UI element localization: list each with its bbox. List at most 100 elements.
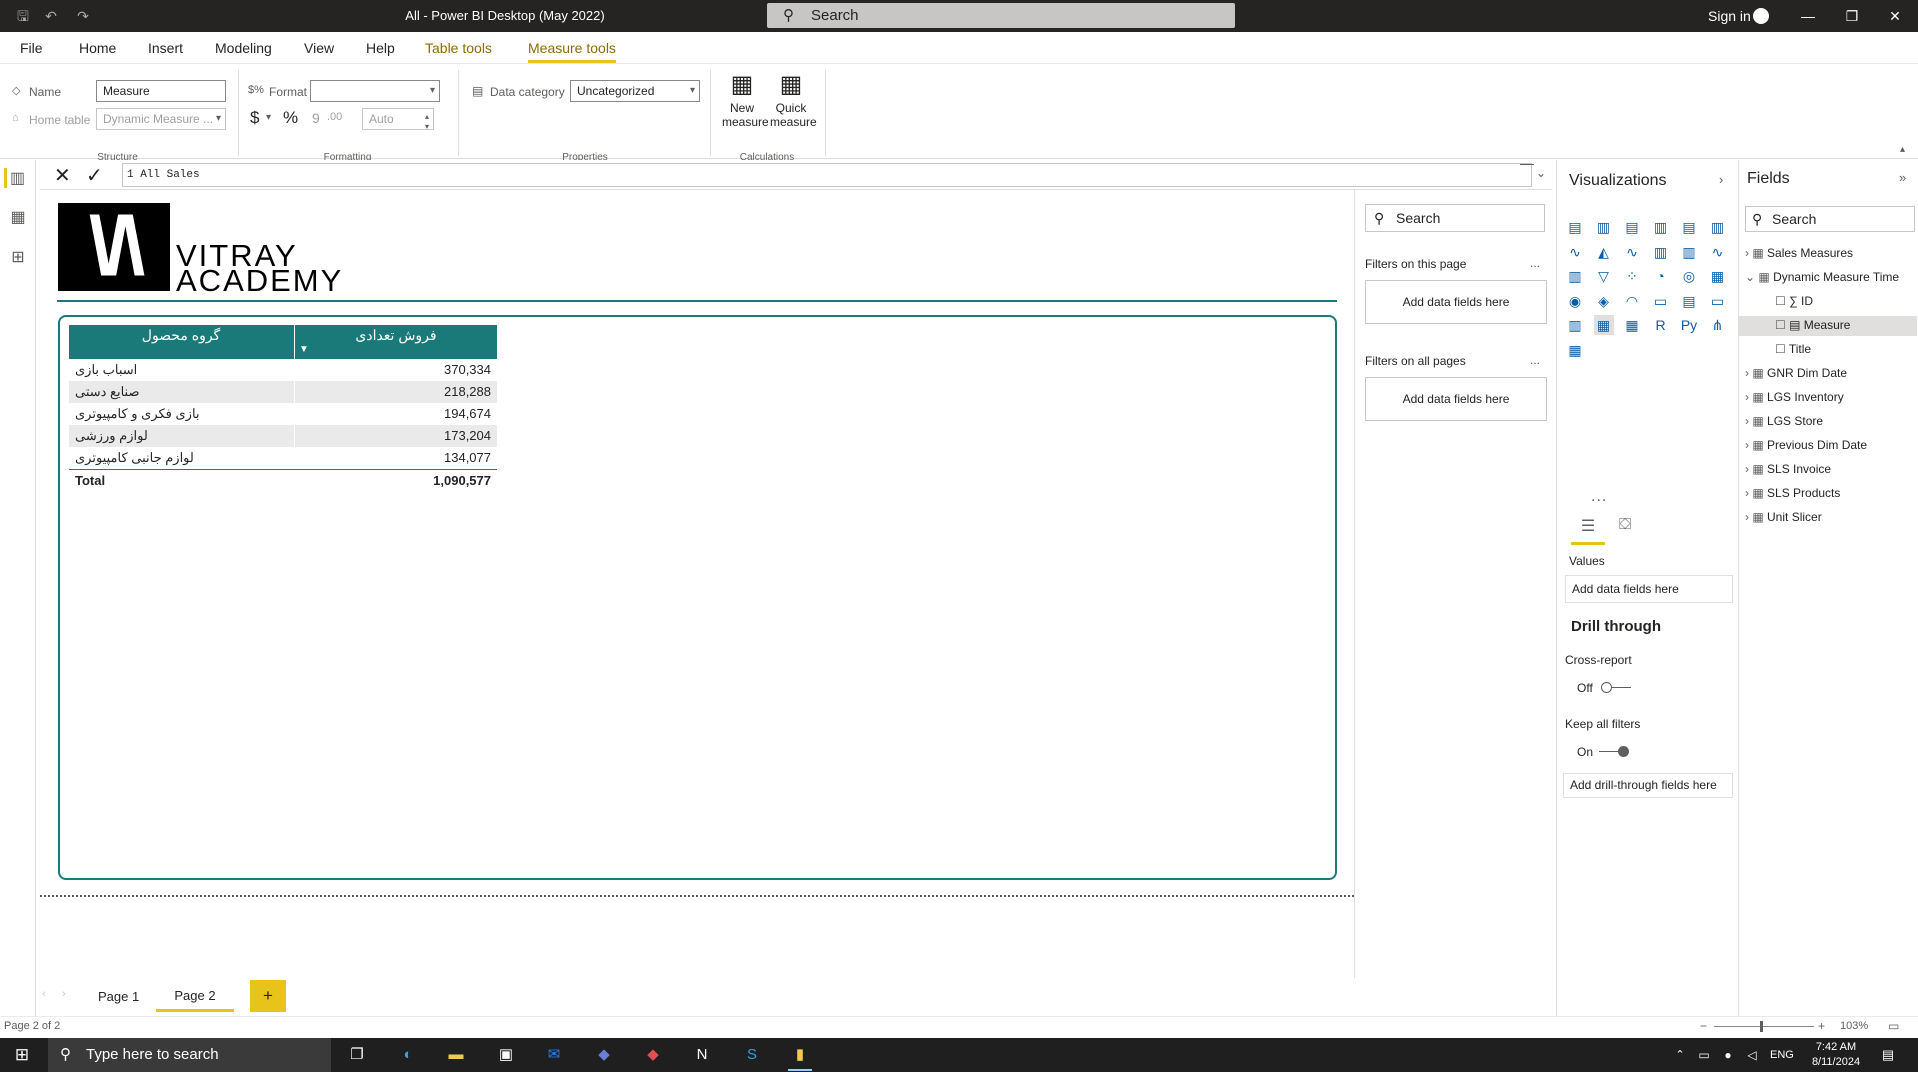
microphone-icon[interactable]: ● xyxy=(1716,1043,1740,1067)
measure-name-input[interactable]: Measure xyxy=(96,80,226,102)
comma-style-button[interactable]: 9 xyxy=(312,110,320,126)
minimize-button[interactable]: — xyxy=(1793,4,1823,28)
tab-page-2[interactable]: Page 2 xyxy=(156,980,234,1012)
slicer-icon[interactable]: ▥ xyxy=(1565,315,1585,335)
file-explorer-icon[interactable]: ▬ xyxy=(444,1043,468,1067)
close-button[interactable]: ✕ xyxy=(1880,4,1910,28)
stacked-area-icon[interactable]: ∿ xyxy=(1622,242,1642,262)
python-visual-icon[interactable]: Py xyxy=(1679,315,1699,335)
language-indicator[interactable]: ENG xyxy=(1770,1049,1794,1061)
format-select[interactable]: ▾ xyxy=(310,80,440,102)
mail-icon[interactable]: ✉ xyxy=(542,1043,566,1067)
notifications-icon[interactable]: ▤ xyxy=(1876,1043,1900,1067)
r-visual-icon[interactable]: R xyxy=(1651,315,1671,335)
edge-icon[interactable]: ◐ xyxy=(396,1043,420,1067)
checkbox-icon[interactable]: ☐ xyxy=(1775,294,1789,308)
task-view-icon[interactable]: ❐ xyxy=(345,1043,369,1067)
funnel-icon[interactable]: ▽ xyxy=(1594,266,1614,286)
restore-button[interactable]: ❐ xyxy=(1837,4,1867,28)
tab-modeling[interactable]: Modeling xyxy=(215,40,272,56)
decomposition-tree-icon[interactable]: ⋔ xyxy=(1708,315,1728,335)
clock-date[interactable]: 8/11/2024 xyxy=(1808,1056,1864,1068)
chevron-up-icon[interactable]: ⌃ xyxy=(1668,1043,1692,1067)
line-chart-icon[interactable]: ∿ xyxy=(1565,242,1585,262)
table-row[interactable]: بازی فکری و کامپیوتری 194,674 xyxy=(69,403,497,425)
chevron-left-icon[interactable]: ‹ xyxy=(42,988,46,1000)
notion-icon[interactable]: N xyxy=(690,1043,714,1067)
gauge-icon[interactable]: ◠ xyxy=(1622,291,1642,311)
expand-formula-icon[interactable]: ⌄ xyxy=(1536,166,1546,180)
stacked-column-icon[interactable]: ▥ xyxy=(1594,217,1614,237)
pie-chart-icon[interactable]: ◔ xyxy=(1651,266,1671,286)
field-table-item[interactable]: › ▦ LGS Inventory xyxy=(1745,390,1844,404)
card-icon[interactable]: ▭ xyxy=(1651,291,1671,311)
cancel-formula-icon[interactable]: ✕ xyxy=(54,163,71,188)
100-column-icon[interactable]: ▥ xyxy=(1708,217,1728,237)
commit-formula-icon[interactable]: ✓ xyxy=(86,163,103,188)
filled-map-icon[interactable]: ◈ xyxy=(1594,291,1614,311)
formula-input[interactable]: 1 All Sales xyxy=(122,163,1532,187)
table-row[interactable]: لوازم جانبی کامپیوتری 134,077 xyxy=(69,447,497,469)
stepper-down-icon[interactable]: ▾ xyxy=(425,117,429,137)
format-paint-icon[interactable]: ⛋ xyxy=(1619,516,1631,534)
field-item[interactable]: ☐ ▤ Measure xyxy=(1739,316,1917,336)
taskbar-search[interactable]: ⚲ Type here to search xyxy=(48,1038,331,1072)
filters-search-input[interactable]: ⚲ Search xyxy=(1365,204,1545,232)
stacked-bar-icon[interactable]: ▤ xyxy=(1565,217,1585,237)
sign-in-link[interactable]: Sign in xyxy=(1708,8,1751,24)
more-options-icon[interactable]: ... xyxy=(1530,256,1540,270)
donut-icon[interactable]: ◎ xyxy=(1679,266,1699,286)
clock-time[interactable]: 7:42 AM xyxy=(1808,1041,1864,1053)
ribbon-chart-icon[interactable]: ∿ xyxy=(1708,242,1728,262)
kpi-icon[interactable]: ▭ xyxy=(1708,291,1728,311)
app-red-icon[interactable]: ◆ xyxy=(641,1043,665,1067)
avatar[interactable] xyxy=(1753,8,1769,24)
powerbi-icon[interactable]: ▮ xyxy=(788,1043,812,1071)
field-table-item[interactable]: › ▦ Sales Measures xyxy=(1745,246,1853,260)
waterfall-icon[interactable]: ▥ xyxy=(1565,266,1585,286)
field-table-item[interactable]: › ▦ Unit Slicer xyxy=(1745,510,1822,524)
volume-icon[interactable]: ◁ xyxy=(1740,1043,1764,1067)
field-table-item[interactable]: › ▦ LGS Store xyxy=(1745,414,1823,428)
data-category-select[interactable]: Uncategorized ▾ xyxy=(570,80,700,102)
scatter-icon[interactable]: ⁘ xyxy=(1622,266,1642,286)
multi-row-card-icon[interactable]: ▤ xyxy=(1679,291,1699,311)
matrix-icon[interactable]: ▦ xyxy=(1622,315,1642,335)
100-bar-icon[interactable]: ▤ xyxy=(1679,217,1699,237)
percent-button[interactable]: % xyxy=(283,108,298,128)
table-row[interactable]: اسباب بازی 370,334 xyxy=(69,359,497,381)
zoom-in-icon[interactable]: + xyxy=(1818,1019,1825,1033)
field-table-item[interactable]: ⌄ ▦ Dynamic Measure Time xyxy=(1745,270,1899,284)
field-table-item[interactable]: › ▦ SLS Invoice xyxy=(1745,462,1831,476)
clustered-column-icon[interactable]: ▥ xyxy=(1651,217,1671,237)
tab-view[interactable]: View xyxy=(304,40,334,56)
all-pages-filter-drop-zone[interactable]: Add data fields here xyxy=(1365,377,1547,421)
field-table-item[interactable]: › ▦ GNR Dim Date xyxy=(1745,366,1847,380)
title-search-box[interactable]: ⚲ Search xyxy=(767,3,1235,28)
data-view-icon[interactable]: ▦ xyxy=(8,207,28,227)
decimal-places-stepper[interactable]: Auto ▴ ▾ xyxy=(362,108,434,131)
drill-through-drop-zone[interactable]: Add drill-through fields here xyxy=(1563,773,1733,798)
line-stacked-column-icon[interactable]: ▥ xyxy=(1679,242,1699,262)
line-column-icon[interactable]: ▥ xyxy=(1651,242,1671,262)
column-header-sales[interactable]: فروش تعدادی xyxy=(295,325,497,359)
treemap-icon[interactable]: ▦ xyxy=(1708,266,1728,286)
column-header-group[interactable]: گروه محصول xyxy=(69,325,293,359)
field-table-item[interactable]: › ▦ SLS Products xyxy=(1745,486,1840,500)
report-canvas[interactable]: \/\ VITRAY ACADEMY گروه محصول فروش تعداد… xyxy=(40,190,1354,978)
fields-search-input[interactable]: ⚲ Search xyxy=(1745,206,1915,232)
tab-table-tools[interactable]: Table tools xyxy=(425,40,492,56)
table-row[interactable]: صنایع دستی 218,288 xyxy=(69,381,497,403)
table-visual[interactable]: گروه محصول فروش تعدادی ▼ اسباب بازی 370,… xyxy=(58,315,1337,880)
windows-start-icon[interactable]: ⊞ xyxy=(10,1043,34,1067)
home-table-select[interactable]: Dynamic Measure ... ▾ xyxy=(96,108,226,130)
zoom-out-icon[interactable]: − xyxy=(1700,1019,1707,1033)
currency-button[interactable]: $ xyxy=(250,108,259,128)
tab-measure-tools[interactable]: Measure tools xyxy=(528,40,616,63)
values-drop-zone[interactable]: Add data fields here xyxy=(1565,575,1733,603)
tab-help[interactable]: Help xyxy=(366,40,395,56)
skype-icon[interactable]: S xyxy=(740,1043,764,1067)
chevron-right-icon[interactable]: › xyxy=(62,988,66,1000)
field-item[interactable]: ☐ ∑ ID xyxy=(1775,294,1813,308)
tab-page-1[interactable]: Page 1 xyxy=(98,989,139,1004)
